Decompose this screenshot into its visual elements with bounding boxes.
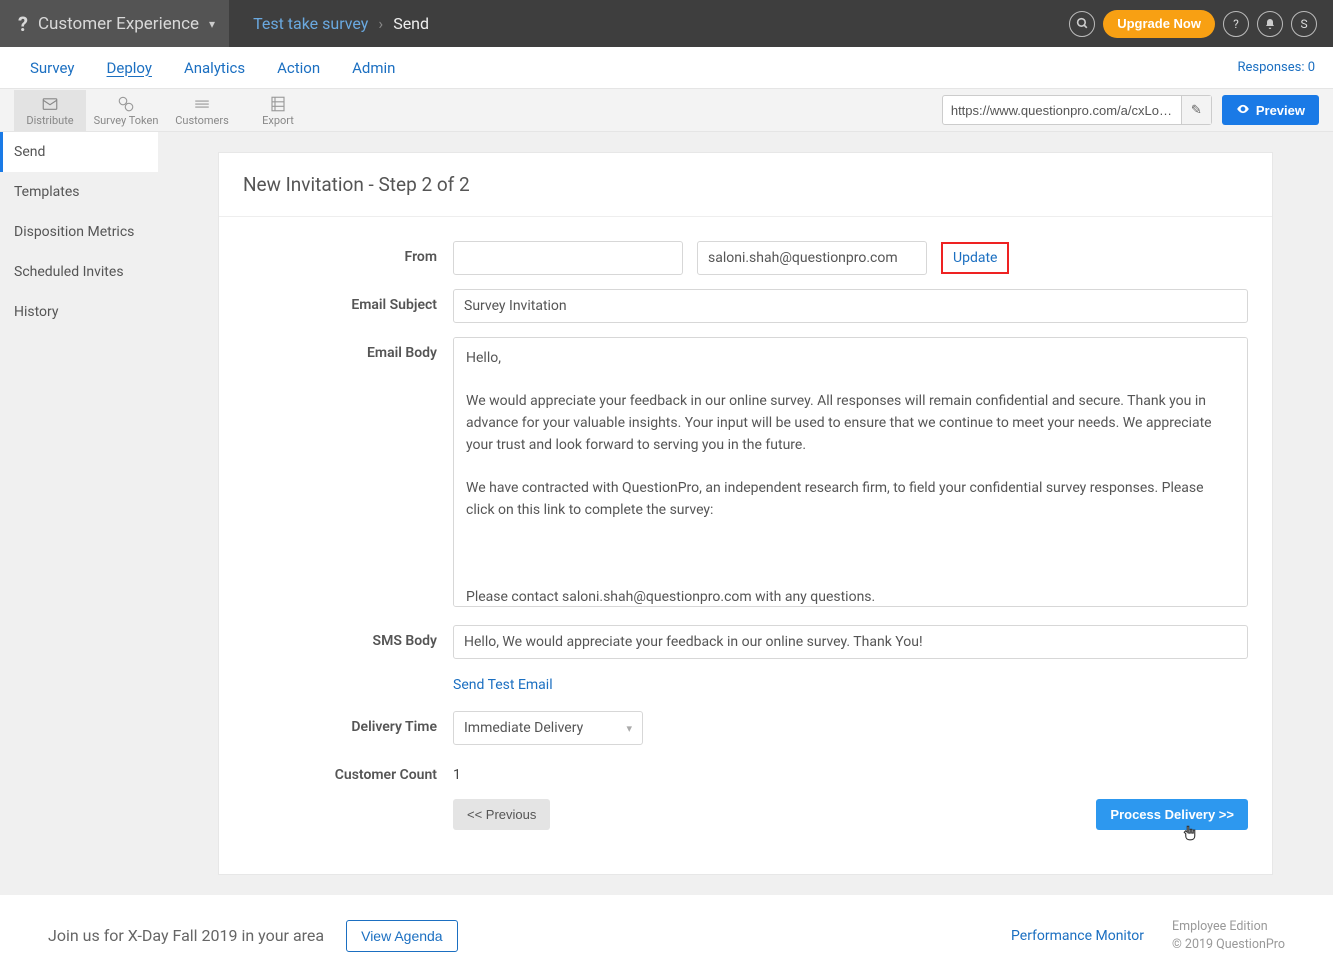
breadcrumb-current: Send <box>393 14 429 33</box>
ribbon-customers[interactable]: Customers <box>166 90 238 131</box>
sidebar-item-send[interactable]: Send <box>0 132 158 172</box>
search-icon[interactable] <box>1069 11 1095 37</box>
avatar[interactable]: S <box>1291 11 1317 37</box>
sidebar-item-scheduled[interactable]: Scheduled Invites <box>0 252 158 292</box>
survey-url-box: ✎ <box>942 95 1212 125</box>
delivery-time-value: Immediate Delivery <box>464 720 583 736</box>
previous-button[interactable]: << Previous <box>453 799 550 830</box>
preview-label: Preview <box>1256 103 1305 118</box>
breadcrumb: Test take survey › Send <box>229 14 429 33</box>
footer: Join us for X-Day Fall 2019 in your area… <box>0 895 1333 975</box>
sidebar-item-disposition[interactable]: Disposition Metrics <box>0 212 158 252</box>
subject-label: Email Subject <box>243 289 453 313</box>
ribbon-distribute-label: Distribute <box>14 114 86 127</box>
update-button[interactable]: Update <box>941 242 1009 274</box>
copyright: Employee Edition © 2019 QuestionPro <box>1172 918 1285 953</box>
edition-label: Employee Edition <box>1172 918 1285 936</box>
chevron-down-icon: ▾ <box>626 722 632 735</box>
nav-analytics[interactable]: Analytics <box>168 59 261 77</box>
view-agenda-button[interactable]: View Agenda <box>346 920 457 952</box>
email-subject-input[interactable] <box>453 289 1248 323</box>
upgrade-button[interactable]: Upgrade Now <box>1103 10 1215 38</box>
product-switcher[interactable]: ? Customer Experience ▾ <box>0 0 229 47</box>
top-bar: ? Customer Experience ▾ Test take survey… <box>0 0 1333 47</box>
main-body: Send Templates Disposition Metrics Sched… <box>0 132 1333 895</box>
workspace: New Invitation - Step 2 of 2 From Update… <box>158 132 1333 895</box>
eye-icon <box>1236 102 1250 119</box>
toolbar-ribbon: Distribute Survey Token Customers Export… <box>0 89 1333 132</box>
customer-count-value: 1 <box>453 767 461 783</box>
chevron-down-icon: ▾ <box>209 17 215 31</box>
sms-label: SMS Body <box>243 625 453 649</box>
nav-survey[interactable]: Survey <box>14 59 91 77</box>
token-icon <box>90 94 162 114</box>
copyright-text: © 2019 QuestionPro <box>1172 936 1285 954</box>
send-test-email-link[interactable]: Send Test Email <box>453 673 553 697</box>
footer-message: Join us for X-Day Fall 2019 in your area <box>48 926 324 945</box>
customers-icon <box>166 94 238 114</box>
body-label: Email Body <box>243 337 453 361</box>
nav-admin[interactable]: Admin <box>336 59 411 77</box>
distribute-icon <box>14 94 86 114</box>
preview-button[interactable]: Preview <box>1222 95 1319 125</box>
sms-body-input[interactable] <box>453 625 1248 659</box>
customer-count-label: Customer Count <box>243 759 453 783</box>
edit-url-icon[interactable]: ✎ <box>1181 96 1211 124</box>
from-name-input[interactable] <box>453 241 683 275</box>
breadcrumb-survey-link[interactable]: Test take survey <box>253 14 368 33</box>
process-delivery-button[interactable]: Process Delivery >> <box>1096 799 1248 830</box>
sidebar-item-templates[interactable]: Templates <box>0 172 158 212</box>
ribbon-customers-label: Customers <box>166 114 238 127</box>
card-title: New Invitation - Step 2 of 2 <box>219 153 1272 217</box>
export-icon <box>242 94 314 114</box>
logo-icon: ? <box>18 12 28 36</box>
breadcrumb-separator: › <box>378 14 383 33</box>
ribbon-export-label: Export <box>242 114 314 127</box>
topbar-right: Upgrade Now ? S <box>1069 10 1333 38</box>
delivery-time-select[interactable]: Immediate Delivery ▾ <box>453 711 643 745</box>
ribbon-export[interactable]: Export <box>242 90 314 131</box>
main-nav: Survey Deploy Analytics Action Admin Res… <box>0 47 1333 89</box>
invitation-card: New Invitation - Step 2 of 2 From Update… <box>218 152 1273 875</box>
from-label: From <box>243 241 453 265</box>
product-name: Customer Experience <box>38 14 199 34</box>
sidebar-item-history[interactable]: History <box>0 292 158 332</box>
ribbon-survey-token[interactable]: Survey Token <box>90 90 162 131</box>
email-body-textarea[interactable] <box>453 337 1248 607</box>
responses-count[interactable]: Responses: 0 <box>1238 60 1320 75</box>
help-icon[interactable]: ? <box>1223 11 1249 37</box>
notifications-icon[interactable] <box>1257 11 1283 37</box>
ribbon-distribute[interactable]: Distribute <box>14 90 86 131</box>
performance-monitor-link[interactable]: Performance Monitor <box>1011 928 1144 944</box>
ribbon-token-label: Survey Token <box>90 114 162 127</box>
nav-action[interactable]: Action <box>261 59 336 77</box>
sidebar: Send Templates Disposition Metrics Sched… <box>0 132 158 895</box>
nav-deploy[interactable]: Deploy <box>91 59 168 77</box>
survey-url-input[interactable] <box>943 103 1181 118</box>
delivery-time-label: Delivery Time <box>243 711 453 735</box>
from-email-input[interactable] <box>697 241 927 275</box>
